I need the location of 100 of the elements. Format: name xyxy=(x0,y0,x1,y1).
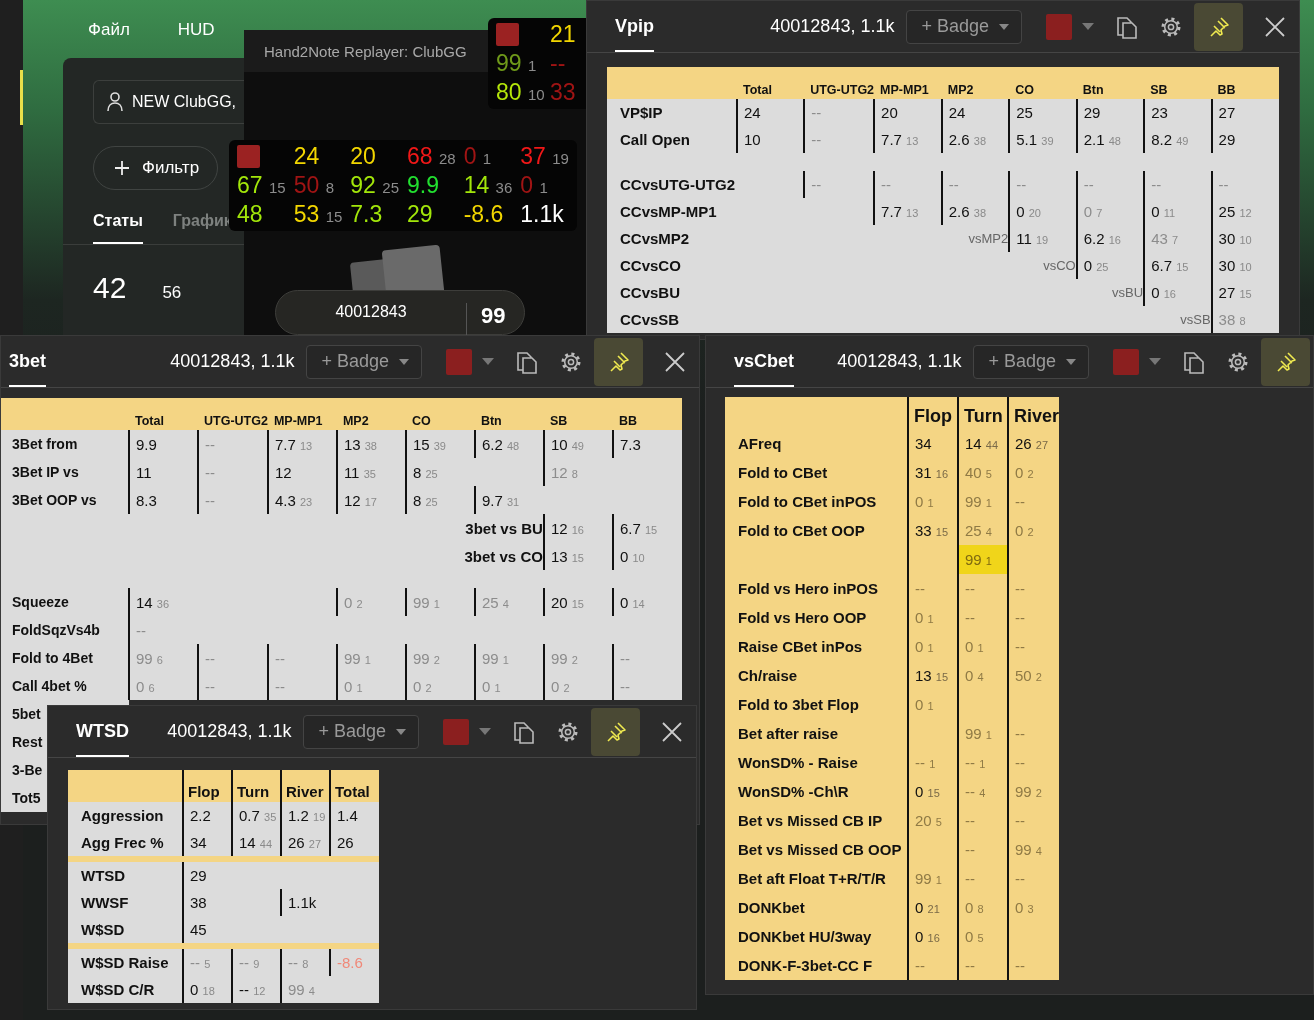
row-label: VP$IP xyxy=(620,104,663,121)
table-cell: -- 12 xyxy=(232,976,281,1003)
table-cell: 26 27 xyxy=(1008,429,1060,458)
copy-icon[interactable] xyxy=(513,719,535,744)
row-label: 3Bet from xyxy=(12,436,78,452)
color-swatch[interactable] xyxy=(1113,348,1139,375)
table-cell: 0 1 xyxy=(908,487,958,516)
settings-icon[interactable] xyxy=(1160,15,1182,38)
table-cell: 99 1 xyxy=(908,864,958,893)
row-label: WTSD xyxy=(81,867,126,884)
table-cell: 31 16 xyxy=(908,458,958,487)
table-cell: 0 1 xyxy=(958,632,1008,661)
row-label: DONKbet xyxy=(738,899,805,916)
column-header: Total xyxy=(736,67,805,99)
pin-button[interactable] xyxy=(594,337,643,386)
settings-icon[interactable] xyxy=(557,720,579,743)
close-icon[interactable] xyxy=(662,721,682,742)
tab[interactable]: Статы xyxy=(93,212,143,244)
table-cell: 14 44 xyxy=(958,429,1008,458)
color-swatch[interactable] xyxy=(443,718,469,745)
table-cell: -- xyxy=(958,574,1008,603)
table-cell: -- xyxy=(1008,951,1060,980)
hud-stat: 9.9 xyxy=(406,172,439,198)
table-cell: -- 1 xyxy=(908,748,958,777)
tab[interactable]: vsCbet xyxy=(734,336,795,387)
caret-icon xyxy=(1066,358,1076,365)
badge-button[interactable]: + Badge xyxy=(303,714,419,749)
hud-stat: 33 xyxy=(550,79,576,105)
table-cell: 0 8 xyxy=(958,893,1008,922)
table-cell: -- xyxy=(958,806,1008,835)
tab[interactable]: 3bet xyxy=(9,336,46,387)
table-cell: 34 xyxy=(908,429,958,458)
row-label: Bet vs Missed CB OOP xyxy=(738,841,902,858)
hud-stat: 53 15 xyxy=(293,201,343,227)
cell-note: vsMP2 xyxy=(941,225,1010,252)
caret-icon[interactable] xyxy=(1082,23,1094,30)
row-label: 3bet vs BU xyxy=(405,514,544,542)
cell-note: vsCO xyxy=(1009,252,1077,279)
table-cell: 13 15 xyxy=(908,661,958,690)
pin-button[interactable] xyxy=(1194,2,1243,51)
menu-item[interactable]: Файл xyxy=(88,20,130,58)
table-cell: 38 8 xyxy=(1211,306,1279,333)
table-cell: -- xyxy=(1008,719,1060,748)
row-label: Call 4bet % xyxy=(12,678,87,694)
column-header: Total xyxy=(129,398,198,430)
row-label: Fold to 4Bet xyxy=(12,650,93,666)
row-label: Aggression xyxy=(81,807,164,824)
tab[interactable]: WTSD xyxy=(76,706,129,757)
table-cell: 0 3 xyxy=(1008,893,1060,922)
hud-stat: 80 10 xyxy=(496,79,545,105)
badge-button[interactable]: + Badge xyxy=(306,344,422,379)
table-cell: -- xyxy=(612,672,682,700)
row-label: Call Open xyxy=(620,131,690,148)
row-label: 3Bet IP vs xyxy=(12,464,79,480)
hud-stat: 24 xyxy=(293,143,320,169)
row-label: 3-Be xyxy=(12,762,43,778)
row-label: Ch/raise xyxy=(738,667,798,684)
hud-stat: 1.1k xyxy=(520,201,564,227)
player-seat[interactable]: 40012843 99 xyxy=(275,290,525,335)
hud-stat: 50 8 xyxy=(293,172,334,198)
user-icon xyxy=(106,91,124,113)
badge-button[interactable]: + Badge xyxy=(973,344,1089,379)
hud-stat: 92 25 xyxy=(350,172,399,198)
color-swatch[interactable] xyxy=(446,348,472,375)
table-cell: -- xyxy=(1008,864,1060,893)
table-cell: -- xyxy=(198,672,268,700)
row-label: 5bet xyxy=(12,706,41,722)
table-cell: 99 1 xyxy=(958,545,1008,574)
row-label: Fold to CBet OOP xyxy=(738,522,865,539)
tab[interactable]: График xyxy=(172,212,232,244)
pin-button[interactable] xyxy=(591,707,640,756)
settings-icon[interactable] xyxy=(1227,350,1249,373)
copy-icon[interactable] xyxy=(516,349,538,374)
pin-button[interactable] xyxy=(1261,337,1310,386)
table-cell: 0 1 xyxy=(908,690,958,719)
row-label: CCvsBU xyxy=(620,284,680,301)
row-label: W$SD xyxy=(81,921,125,938)
column-header: UTG-UTG2 xyxy=(198,398,268,430)
caret-icon[interactable] xyxy=(1149,358,1161,365)
row-label: Fold to CBet inPOS xyxy=(738,493,877,510)
hud-stat: 67 15 xyxy=(237,172,286,198)
caret-icon[interactable] xyxy=(482,358,494,365)
table-cell: -- xyxy=(908,574,958,603)
table-cell: 0 2 xyxy=(1008,516,1060,545)
close-icon[interactable] xyxy=(1265,16,1285,37)
table-cell: -- xyxy=(958,864,1008,893)
color-swatch[interactable] xyxy=(1046,13,1072,40)
tab[interactable]: Vpip xyxy=(615,1,654,52)
table-cell: -- xyxy=(958,603,1008,632)
close-icon[interactable] xyxy=(665,351,685,372)
menu-item[interactable]: HUD xyxy=(177,20,215,58)
player-field[interactable]: NEW ClubGG, xyxy=(93,80,244,124)
copy-icon[interactable] xyxy=(1183,349,1205,374)
table-cell: 33 15 xyxy=(908,516,958,545)
table-cell: 0 5 xyxy=(958,922,1008,951)
copy-icon[interactable] xyxy=(1116,14,1138,39)
badge-button[interactable]: + Badge xyxy=(906,9,1022,44)
table-cell: -- xyxy=(1008,487,1060,516)
table-cell: -- xyxy=(1008,806,1060,835)
settings-icon[interactable] xyxy=(560,350,582,373)
